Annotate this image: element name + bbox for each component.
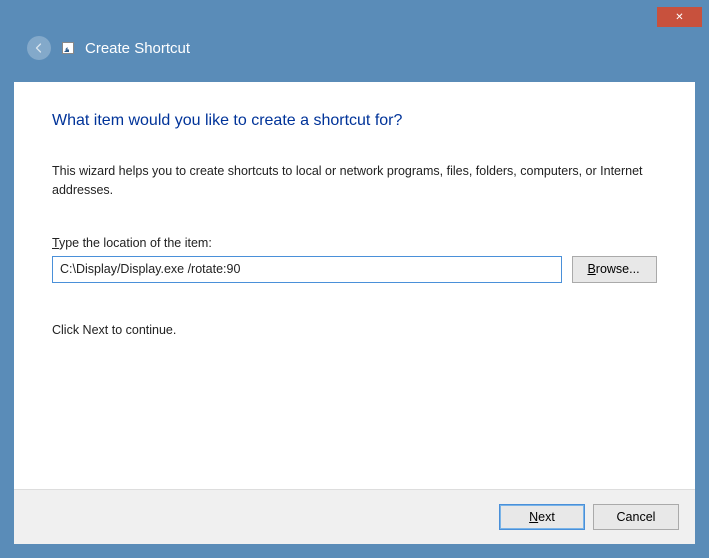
dialog-footer: Next Cancel [14,489,695,544]
next-rest: ext [538,510,555,524]
browse-accesskey: B [587,262,595,276]
location-label: Type the location of the item: [52,236,657,250]
dialog-frame: ✕ Create Shortcut What item would you li… [0,0,709,558]
cancel-button[interactable]: Cancel [593,504,679,530]
input-row: Browse... [52,256,657,283]
back-button[interactable] [27,36,51,60]
back-arrow-icon [33,42,45,54]
location-label-accesskey: T [52,236,59,250]
dialog-header: Create Shortcut [14,14,695,82]
browse-rest: rowse... [596,262,640,276]
dialog-title: Create Shortcut [85,40,190,57]
close-button[interactable]: ✕ [657,7,702,27]
main-heading: What item would you like to create a sho… [52,112,657,130]
location-input[interactable] [52,256,562,283]
location-label-rest: ype the location of the item: [59,236,212,250]
shortcut-icon [62,42,74,54]
next-accesskey: N [529,510,538,524]
next-button[interactable]: Next [499,504,585,530]
close-icon: ✕ [675,12,683,23]
content-area: What item would you like to create a sho… [14,82,695,489]
continue-text: Click Next to continue. [52,323,657,337]
description-text: This wizard helps you to create shortcut… [52,162,657,200]
browse-button[interactable]: Browse... [572,256,657,283]
